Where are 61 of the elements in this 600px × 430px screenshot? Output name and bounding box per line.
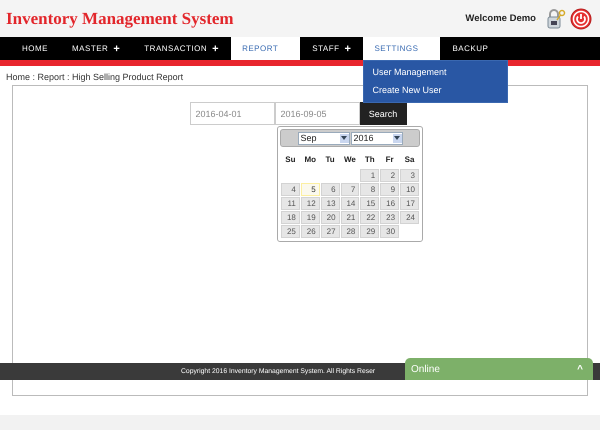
from-date-field[interactable]: 2016-04-01 bbox=[190, 102, 274, 125]
weekday-label: Th bbox=[364, 154, 375, 164]
menu-item[interactable]: User Management bbox=[364, 64, 508, 82]
day-cell[interactable]: 7 bbox=[340, 183, 360, 196]
plus-icon: + bbox=[344, 42, 352, 54]
dropdown-arrow-icon[interactable] bbox=[394, 136, 400, 140]
welcome-text: Welcome Demo bbox=[465, 13, 536, 24]
day-cell[interactable]: 5 bbox=[300, 183, 320, 196]
day-cell[interactable]: 9 bbox=[380, 183, 400, 196]
day-cell[interactable]: 16 bbox=[380, 197, 400, 210]
power-icon[interactable] bbox=[570, 8, 592, 30]
weekday-label: Mo bbox=[304, 154, 316, 164]
day-cell[interactable]: 20 bbox=[320, 211, 340, 224]
chat-status: Online bbox=[411, 364, 440, 374]
weekday-label: Su bbox=[285, 154, 296, 164]
weekday-label: Fr bbox=[386, 154, 394, 164]
day-cell[interactable]: 6 bbox=[320, 183, 340, 196]
day-cell[interactable]: 1 bbox=[360, 169, 380, 182]
lock-key-icon[interactable] bbox=[546, 8, 566, 30]
nav-tab[interactable]: MASTER + bbox=[60, 37, 132, 60]
day-cell[interactable]: 17 bbox=[400, 197, 419, 210]
nav-tab[interactable]: STAFF + bbox=[300, 37, 364, 60]
search-button[interactable]: Search bbox=[360, 102, 406, 125]
menu-item[interactable]: Create New User bbox=[364, 82, 508, 100]
nav-tab[interactable]: HOME bbox=[10, 37, 60, 60]
weekday-label: Sa bbox=[404, 154, 414, 164]
month-select[interactable]: Sep bbox=[298, 132, 350, 144]
day-cell[interactable]: 29 bbox=[360, 225, 380, 238]
day-cell[interactable]: 27 bbox=[320, 225, 340, 238]
year-select[interactable]: 2016 bbox=[350, 132, 402, 144]
day-cell[interactable]: 3 bbox=[400, 169, 419, 182]
nav-tab[interactable]: BACKUP bbox=[440, 37, 500, 60]
weekday-label: Tu bbox=[326, 154, 335, 164]
plus-icon: + bbox=[212, 42, 220, 54]
day-cell[interactable]: 23 bbox=[380, 211, 400, 224]
day-cell[interactable]: 30 bbox=[380, 225, 400, 238]
day-cell[interactable]: 24 bbox=[400, 211, 419, 224]
day-cell[interactable]: 21 bbox=[340, 211, 360, 224]
day-cell[interactable]: 26 bbox=[300, 225, 320, 238]
day-cell[interactable]: 11 bbox=[281, 197, 300, 210]
day-cell[interactable]: 10 bbox=[400, 183, 419, 196]
breadcrumb: Home : Report : High Selling Product Report bbox=[6, 72, 184, 82]
plus-icon: + bbox=[113, 42, 120, 54]
day-cell[interactable]: 8 bbox=[360, 183, 380, 196]
nav-tab[interactable]: REPORT bbox=[231, 37, 300, 60]
day-cell[interactable]: 19 bbox=[300, 211, 320, 224]
day-cell[interactable]: 12 bbox=[300, 197, 320, 210]
weekday-label: We bbox=[344, 154, 356, 164]
day-cell[interactable]: 2 bbox=[380, 169, 400, 182]
day-cell[interactable]: 18 bbox=[281, 211, 300, 224]
day-cell[interactable]: 25 bbox=[281, 225, 300, 238]
day-cell[interactable]: 22 bbox=[360, 211, 380, 224]
day-cell[interactable]: 15 bbox=[360, 197, 380, 210]
day-cell[interactable]: 4 bbox=[281, 183, 300, 196]
day-cell[interactable]: 28 bbox=[340, 225, 360, 238]
day-cell[interactable]: 14 bbox=[340, 197, 360, 210]
to-date-field[interactable]: 2016-09-05 bbox=[274, 102, 360, 125]
nav-tab[interactable]: TRANSACTION + bbox=[132, 37, 232, 60]
dropdown-arrow-icon[interactable] bbox=[341, 136, 347, 140]
app-title: Inventory Management System bbox=[6, 8, 234, 28]
day-cell[interactable]: 13 bbox=[320, 197, 340, 210]
